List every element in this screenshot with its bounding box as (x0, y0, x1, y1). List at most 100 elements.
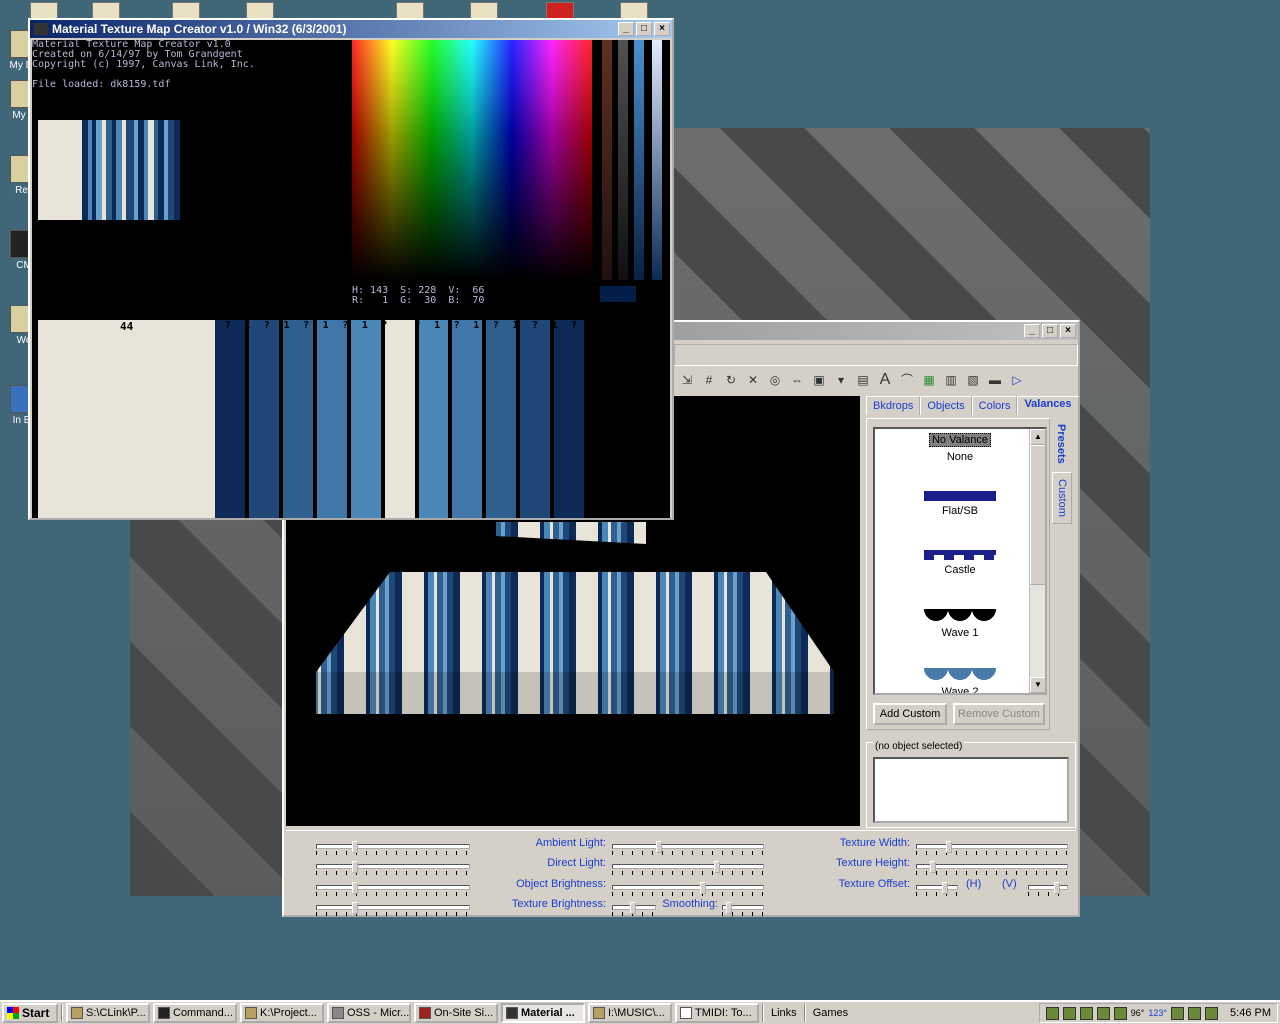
list-item[interactable]: None (875, 451, 1045, 487)
tab-custom[interactable]: Custom (1052, 471, 1072, 524)
slider-knob[interactable] (352, 861, 358, 873)
arch-icon[interactable]: ⌒ (898, 371, 916, 389)
list-item[interactable]: No Valance (875, 429, 1045, 451)
slider-knob[interactable] (630, 902, 636, 914)
smoothing-slider[interactable] (722, 902, 764, 916)
texture-offset-h-slider[interactable] (916, 882, 958, 896)
color-spectrum-picker[interactable] (352, 40, 592, 280)
texture-preview (38, 120, 190, 220)
tab-objects[interactable]: Objects (920, 396, 972, 415)
texture-height-slider[interactable] (916, 861, 1068, 875)
smiley-icon[interactable] (1171, 1006, 1185, 1020)
texture-width-slider[interactable] (916, 841, 1068, 855)
links-toolbar[interactable]: Links (767, 1007, 801, 1019)
scroll-up-icon[interactable]: ▲ (1030, 429, 1045, 445)
tray-app-icon[interactable] (1188, 1006, 1202, 1020)
tab-presets[interactable]: Presets (1052, 418, 1070, 470)
object-brightness-slider[interactable] (612, 882, 764, 896)
close-button[interactable]: × (1060, 324, 1076, 338)
grid-icon[interactable]: # (700, 371, 718, 389)
volume-icon[interactable] (1205, 1006, 1219, 1020)
slider-knob[interactable] (714, 861, 720, 873)
blue-channel-bar[interactable] (634, 40, 644, 280)
stripe-editor[interactable]: 44 (38, 320, 584, 518)
tab-bkdrops[interactable]: Bkdrops (866, 396, 921, 415)
slider-knob[interactable] (946, 841, 952, 853)
taskbar-item[interactable]: Command... (153, 1003, 237, 1023)
slider-knob[interactable] (352, 841, 358, 853)
frame-icon[interactable]: ▣ (810, 371, 828, 389)
tray-app-icon[interactable] (1096, 1006, 1110, 1020)
minimize-button[interactable]: _ (1024, 324, 1040, 338)
slider-knob[interactable] (942, 882, 948, 894)
dropdown-icon[interactable]: ▾ (832, 371, 850, 389)
taskbar-item[interactable]: TMIDI: To... (675, 1003, 759, 1023)
layout-icon[interactable]: ▤ (854, 371, 872, 389)
taskbar-item[interactable]: On-Site Si... (414, 1003, 498, 1023)
list-item[interactable]: Castle (875, 546, 1045, 605)
green-channel-bar[interactable] (618, 40, 628, 280)
taskbar-item[interactable]: K:\Project... (240, 1003, 324, 1023)
texture-brightness-slider[interactable] (612, 902, 656, 916)
ambient-light-slider[interactable] (612, 841, 764, 855)
close-button[interactable]: × (654, 22, 670, 36)
image-icon[interactable]: ▦ (920, 371, 938, 389)
add-custom-button[interactable]: Add Custom (873, 703, 947, 725)
text-icon[interactable]: A (876, 371, 894, 389)
size-slider-1[interactable] (316, 841, 470, 855)
texture-canvas[interactable]: Material Texture Map Creator v1.0 Create… (32, 40, 670, 518)
wall-icon[interactable]: ▬ (986, 371, 1004, 389)
maximize-button[interactable]: □ (636, 22, 652, 36)
texture-titlebar[interactable]: Material Texture Map Creator v1.0 / Win3… (30, 20, 672, 38)
start-button[interactable]: Start (2, 1003, 58, 1023)
tab-valances[interactable]: Valances (1017, 396, 1079, 415)
slider-knob[interactable] (352, 902, 358, 914)
scale-icon[interactable]: ✕ (744, 371, 762, 389)
tray-app-icon[interactable] (1079, 1006, 1093, 1020)
list-item[interactable]: Flat/SB (875, 487, 1045, 546)
link-icon[interactable]: ⇔ (788, 371, 806, 389)
slider-knob[interactable] (700, 882, 706, 894)
clock[interactable]: 5:46 PM (1230, 1007, 1271, 1019)
play-icon[interactable]: ▷ (1008, 371, 1026, 389)
scroll-down-icon[interactable]: ▼ (1030, 677, 1045, 693)
tray-app-icon[interactable] (1062, 1006, 1076, 1020)
slider-knob[interactable] (930, 861, 936, 873)
ramp-icon[interactable]: ▧ (964, 371, 982, 389)
red-channel-bar[interactable] (602, 40, 612, 280)
texture-map-window[interactable]: Material Texture Map Creator v1.0 / Win3… (28, 18, 674, 520)
taskbar-item[interactable]: I:\MUSIC\... (588, 1003, 672, 1023)
size-slider-3[interactable] (316, 882, 470, 896)
value-bar[interactable] (652, 40, 662, 280)
taskbar-item-active[interactable]: Material ... (501, 1003, 585, 1023)
direct-light-slider[interactable] (612, 861, 764, 875)
size-slider-2[interactable] (316, 861, 470, 875)
center-icon[interactable]: ◎ (766, 371, 784, 389)
network-icon[interactable] (1045, 1006, 1059, 1020)
tab-colors[interactable]: Colors (971, 396, 1018, 415)
export-icon[interactable]: ⇲ (678, 371, 696, 389)
cpu-readout[interactable]: 123° (1148, 1008, 1167, 1018)
maximize-button[interactable]: □ (1042, 324, 1058, 338)
valance-list[interactable]: No Valance None Flat/SB Castle Wave 1 Wa… (873, 427, 1047, 695)
tray-app-icon[interactable] (1113, 1006, 1127, 1020)
slider-knob[interactable] (656, 841, 662, 853)
rotate-icon[interactable]: ↻ (722, 371, 740, 389)
shade-icon[interactable]: ▥ (942, 371, 960, 389)
list-item[interactable]: Wave 2 (875, 664, 1045, 693)
temperature-readout[interactable]: 96° (1131, 1008, 1145, 1018)
taskbar-item[interactable]: OSS - Micr... (327, 1003, 411, 1023)
list-item[interactable]: Wave 1 (875, 605, 1045, 664)
scroll-thumb[interactable] (1030, 445, 1045, 585)
games-toolbar[interactable]: Games (809, 1007, 852, 1019)
slider-knob[interactable] (726, 902, 732, 914)
size-slider-4[interactable] (316, 902, 470, 916)
taskbar-item[interactable]: S:\CLink\P... (66, 1003, 150, 1023)
list-scrollbar[interactable]: ▲ ▼ (1029, 429, 1045, 693)
address-field[interactable] (674, 344, 1078, 366)
texture-offset-v-slider[interactable] (1028, 882, 1068, 896)
minimize-button[interactable]: _ (618, 22, 634, 36)
slider-knob[interactable] (352, 882, 358, 894)
remove-custom-button[interactable]: Remove Custom (953, 703, 1045, 725)
slider-knob[interactable] (1054, 882, 1060, 894)
